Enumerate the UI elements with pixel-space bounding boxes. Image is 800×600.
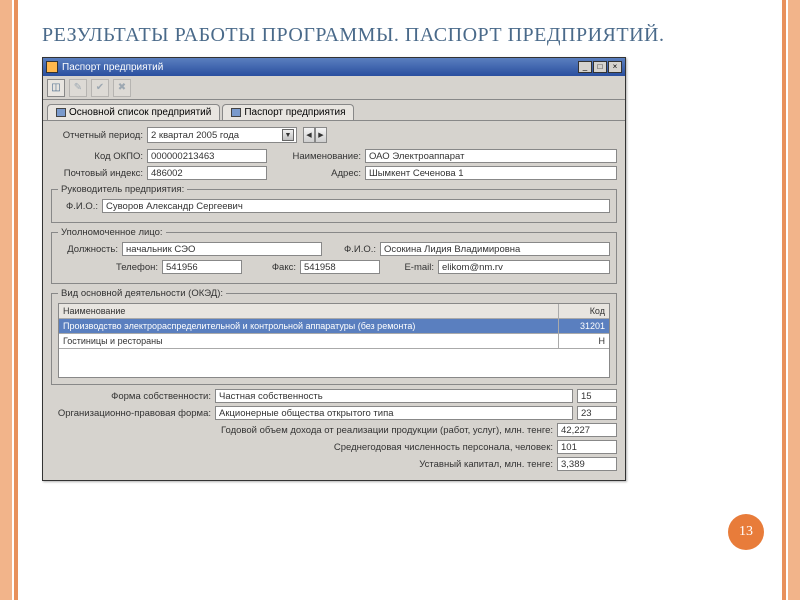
app-window: Паспорт предприятий _ □ × ◫ ✎ ✔ ✖ Основн… (42, 57, 626, 481)
app-icon (46, 61, 58, 73)
oked-legend: Вид основной деятельности (ОКЭД): (58, 288, 226, 299)
table-row[interactable]: Гостиницы и рестораны H (59, 334, 609, 349)
toolbar-save-button[interactable]: ✔ (91, 79, 109, 97)
period-value: 2 квартал 2005 года (151, 130, 239, 141)
legalform-label: Организационно-правовая форма: (51, 408, 211, 419)
titlebar: Паспорт предприятий _ □ × (43, 58, 625, 76)
slide-title: РЕЗУЛЬТАТЫ РАБОТЫ ПРОГРАММЫ. ПАСПОРТ ПРЕ… (42, 24, 758, 47)
tab-passport[interactable]: Паспорт предприятия (222, 104, 354, 120)
auth-legend: Уполномоченное лицо: (58, 227, 166, 238)
email-label: E-mail: (384, 262, 434, 273)
list-icon (56, 108, 66, 117)
revenue-field[interactable]: 42,227 (557, 423, 617, 437)
ownership-label: Форма собственности: (51, 391, 211, 402)
activity-code: H (559, 334, 609, 349)
period-next-button[interactable]: ▶ (315, 127, 327, 143)
headcount-label: Среднегодовая численность персонала, чел… (51, 442, 553, 453)
form-body: Отчетный период: 2 квартал 2005 года ▼ ◀… (43, 121, 625, 480)
period-label: Отчетный период: (51, 130, 143, 141)
fax-label: Факс: (246, 262, 296, 273)
capital-label: Уставный капитал, млн. тенге: (51, 459, 553, 470)
minimize-button[interactable]: _ (578, 61, 592, 73)
head-fio-label: Ф.И.О.: (58, 201, 98, 212)
table-row[interactable]: Производство электрораспределительной и … (59, 319, 609, 334)
tab-passport-label: Паспорт предприятия (244, 107, 345, 118)
head-fio-field[interactable]: Суворов Александр Сергеевич (102, 199, 610, 213)
auth-fio-label: Ф.И.О.: (326, 244, 376, 255)
activity-code: 31201 (559, 319, 609, 334)
okpo-field[interactable]: 000000213463 (147, 149, 267, 163)
postcode-label: Почтовый индекс: (51, 168, 143, 179)
capital-field[interactable]: 3,389 (557, 457, 617, 471)
address-label: Адрес: (271, 168, 361, 179)
email-field[interactable]: elikom@nm.rv (438, 260, 610, 274)
window-title: Паспорт предприятий (62, 62, 163, 73)
tab-main-list-label: Основной список предприятий (69, 107, 211, 118)
auth-position-field[interactable]: начальник СЭО (122, 242, 322, 256)
oked-fieldset: Вид основной деятельности (ОКЭД): Наимен… (51, 288, 617, 385)
toolbar-cancel-button[interactable]: ✖ (113, 79, 131, 97)
legalform-code-field[interactable]: 23 (577, 406, 617, 420)
activity-name: Гостиницы и рестораны (59, 334, 559, 349)
slide: РЕЗУЛЬТАТЫ РАБОТЫ ПРОГРАММЫ. ПАСПОРТ ПРЕ… (0, 0, 800, 600)
headcount-field[interactable]: 101 (557, 440, 617, 454)
auth-fieldset: Уполномоченное лицо: Должность: начальни… (51, 227, 617, 284)
tab-main-list[interactable]: Основной список предприятий (47, 104, 220, 120)
fax-field[interactable]: 541958 (300, 260, 380, 274)
revenue-label: Годовой объем дохода от реализации проду… (51, 425, 553, 436)
ownership-code-field[interactable]: 15 (577, 389, 617, 403)
activity-name: Производство электрораспределительной и … (59, 319, 559, 334)
maximize-button[interactable]: □ (593, 61, 607, 73)
auth-position-label: Должность: (58, 244, 118, 255)
address-field[interactable]: Шымкент Сеченова 1 (365, 166, 617, 180)
phone-label: Телефон: (58, 262, 158, 273)
ownership-field[interactable]: Частная собственность (215, 389, 573, 403)
toolbar-doc-button[interactable]: ◫ (47, 79, 65, 97)
name-field[interactable]: ОАО Электроаппарат (365, 149, 617, 163)
head-legend: Руководитель предприятия: (58, 184, 187, 195)
dropdown-arrow-icon[interactable]: ▼ (282, 129, 294, 141)
col-code-header: Код (559, 304, 609, 319)
page-number-badge: 13 (728, 514, 764, 550)
toolbar-edit-button[interactable]: ✎ (69, 79, 87, 97)
activity-table: Наименование Код Производство электрорас… (58, 303, 610, 378)
auth-fio-field[interactable]: Осокина Лидия Владимировна (380, 242, 610, 256)
col-name-header: Наименование (59, 304, 559, 319)
close-button[interactable]: × (608, 61, 622, 73)
period-dropdown[interactable]: 2 квартал 2005 года ▼ (147, 127, 297, 143)
table-empty-area (59, 349, 609, 377)
name-label: Наименование: (271, 151, 361, 162)
passport-icon (231, 108, 241, 117)
postcode-field[interactable]: 486002 (147, 166, 267, 180)
toolbar: ◫ ✎ ✔ ✖ (43, 76, 625, 100)
head-fieldset: Руководитель предприятия: Ф.И.О.: Суворо… (51, 184, 617, 223)
tabstrip: Основной список предприятий Паспорт пред… (43, 100, 625, 121)
phone-field[interactable]: 541956 (162, 260, 242, 274)
legalform-field[interactable]: Акционерные общества открытого типа (215, 406, 573, 420)
period-prev-button[interactable]: ◀ (303, 127, 315, 143)
okpo-label: Код ОКПО: (51, 151, 143, 162)
